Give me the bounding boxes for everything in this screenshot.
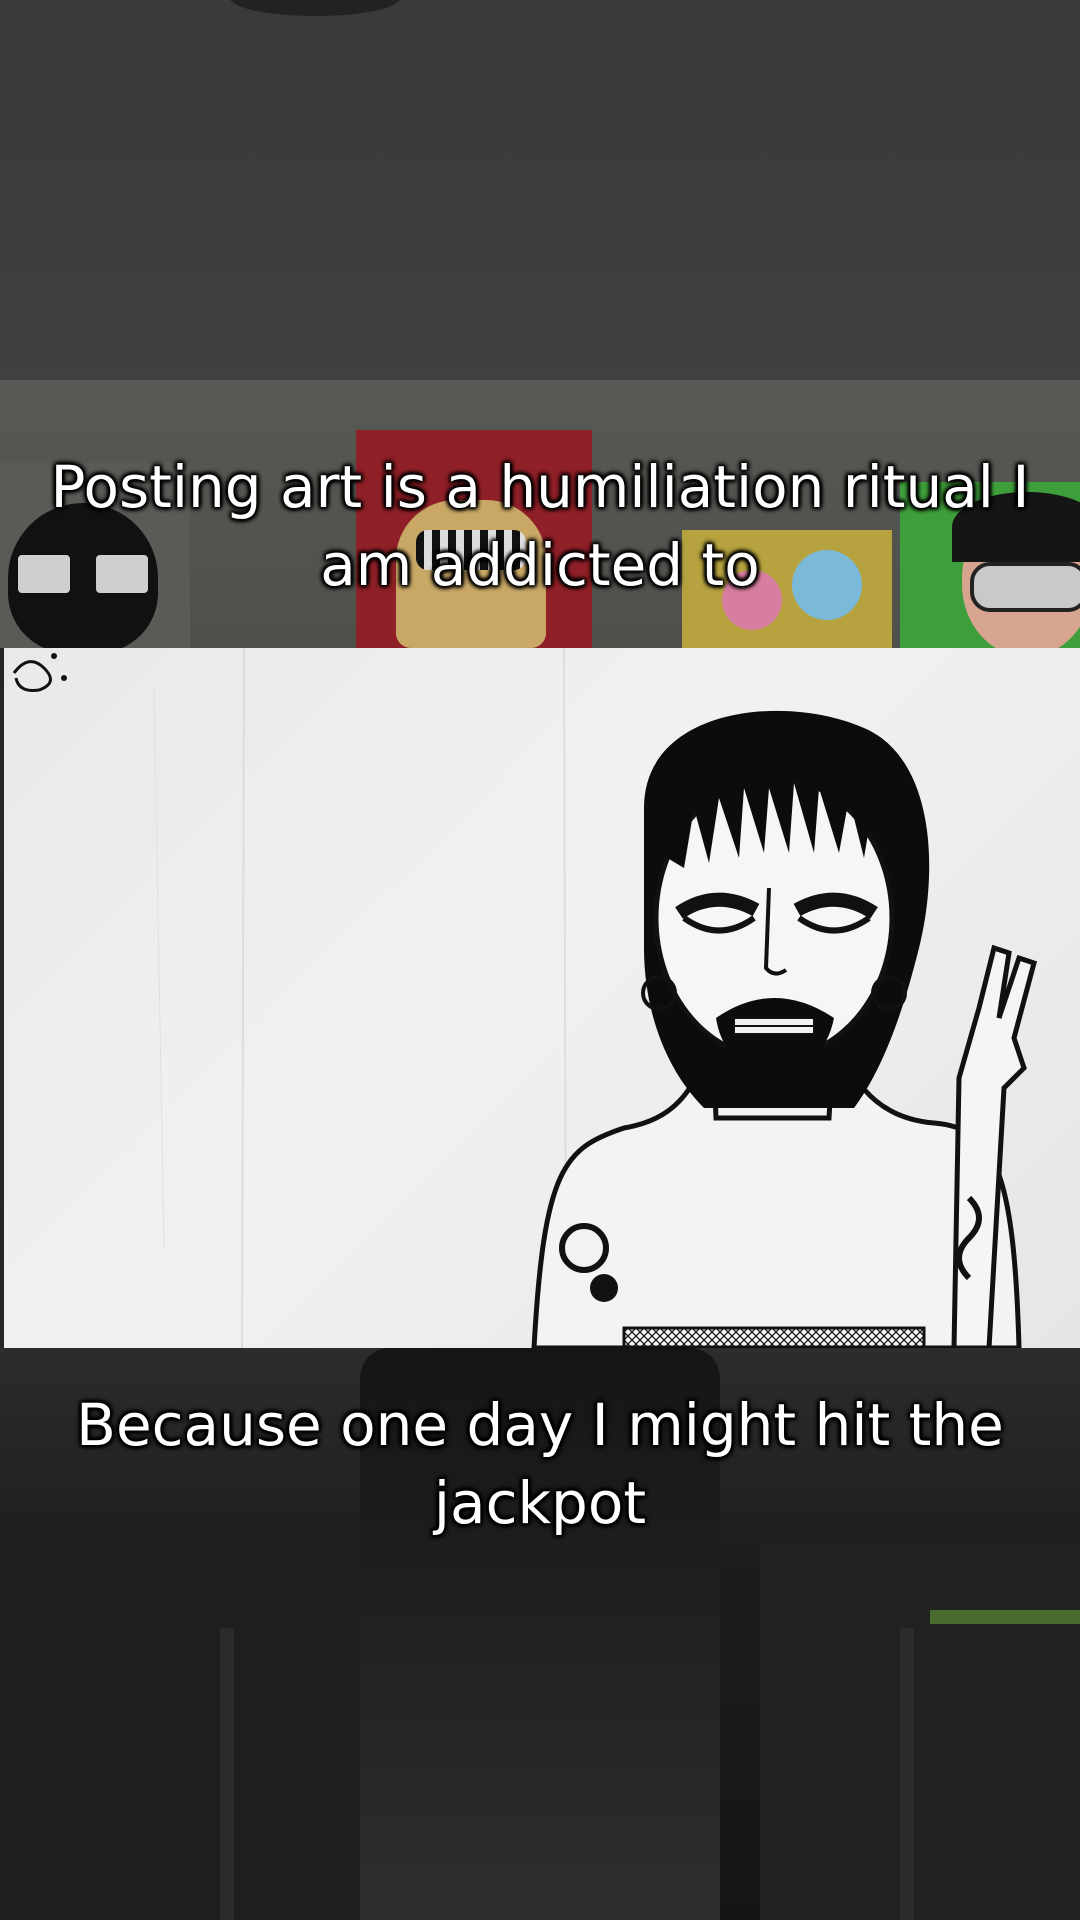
desk-leg xyxy=(900,1628,914,1920)
desk-leg xyxy=(220,1628,234,1920)
caption-bottom: Because one day I might hit the jackpot xyxy=(76,1391,1004,1537)
caption-top: Posting art is a humiliation ritual I am… xyxy=(50,453,1030,599)
desk-left xyxy=(0,1538,360,1920)
artwork-drawing xyxy=(153,648,1038,1348)
artwork-image xyxy=(4,648,1080,1348)
artist-signature xyxy=(12,653,67,692)
desk-right xyxy=(760,1538,1080,1920)
ceiling-light-shadow xyxy=(230,0,400,16)
green-shelf xyxy=(930,1610,1080,1624)
